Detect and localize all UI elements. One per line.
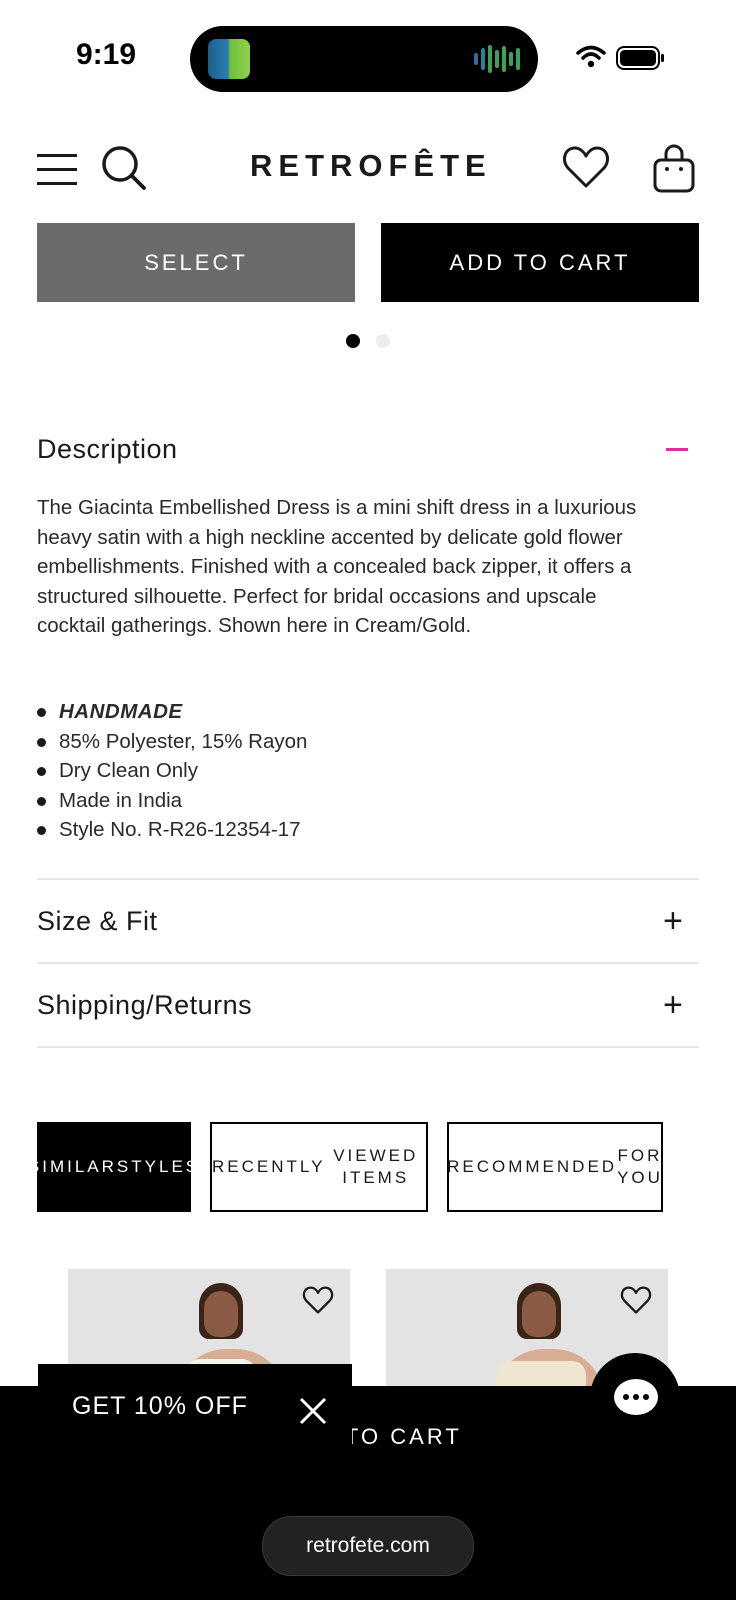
collapse-minus-icon[interactable] [666, 448, 688, 451]
divider [37, 878, 699, 880]
close-icon[interactable] [298, 1396, 328, 1426]
promo-banner[interactable]: GET 10% OFF [38, 1364, 352, 1456]
select-size-button[interactable]: SELECT [37, 223, 355, 302]
product-image-dress [496, 1361, 586, 1389]
wishlist-heart-icon[interactable] [302, 1285, 334, 1315]
product-image-face [522, 1291, 556, 1337]
tab-recently-viewed[interactable]: RECENTLY VIEWED ITEMS [210, 1122, 428, 1212]
audio-waveform-icon [474, 44, 520, 74]
size-fit-accordion[interactable]: Size & Fit [37, 906, 158, 937]
list-item: 85% Polyester, 15% Rayon [37, 727, 307, 757]
search-icon[interactable] [100, 144, 148, 192]
carousel-dot[interactable] [376, 334, 390, 348]
menu-icon[interactable] [37, 154, 77, 196]
shipping-returns-accordion[interactable]: Shipping/Returns [37, 990, 252, 1021]
divider [37, 962, 699, 964]
shopping-bag-icon[interactable] [652, 144, 696, 194]
list-item: Dry Clean Only [37, 756, 307, 786]
wifi-icon [576, 45, 606, 68]
status-time: 9:19 [76, 38, 137, 71]
expand-plus-icon[interactable]: + [663, 902, 683, 941]
expand-plus-icon[interactable]: + [663, 986, 683, 1025]
wishlist-heart-icon[interactable] [562, 144, 610, 190]
now-playing-thumbnail [208, 39, 250, 79]
divider [37, 1046, 699, 1048]
list-item: Made in India [37, 786, 307, 816]
product-image-face [204, 1291, 238, 1337]
description-heading[interactable]: Description [37, 434, 178, 465]
product-details-list: HANDMADE 85% Polyester, 15% Rayon Dry Cl… [37, 697, 307, 845]
chat-icon [614, 1379, 658, 1415]
list-item: HANDMADE [37, 697, 307, 727]
promo-text[interactable]: GET 10% OFF [72, 1392, 248, 1421]
battery-icon [616, 46, 664, 70]
brand-logo[interactable]: RETROFÊTE [250, 148, 492, 184]
browser-url-bar[interactable]: retrofete.com [262, 1516, 474, 1576]
tab-recommended[interactable]: RECOMMENDED FOR YOU [447, 1122, 663, 1212]
sticky-add-to-cart-button[interactable]: TO CART [345, 1424, 462, 1450]
description-body: The Giacinta Embellished Dress is a mini… [37, 496, 637, 637]
list-item: Style No. R-R26-12354-17 [37, 815, 307, 845]
add-to-cart-button[interactable]: ADD TO CART [381, 223, 699, 302]
tab-similar-styles[interactable]: SIMILAR STYLES [28, 1122, 197, 1212]
dynamic-island [190, 26, 538, 92]
chat-button[interactable] [590, 1353, 680, 1443]
carousel-dot-active[interactable] [346, 334, 360, 348]
wishlist-heart-icon[interactable] [620, 1285, 652, 1315]
